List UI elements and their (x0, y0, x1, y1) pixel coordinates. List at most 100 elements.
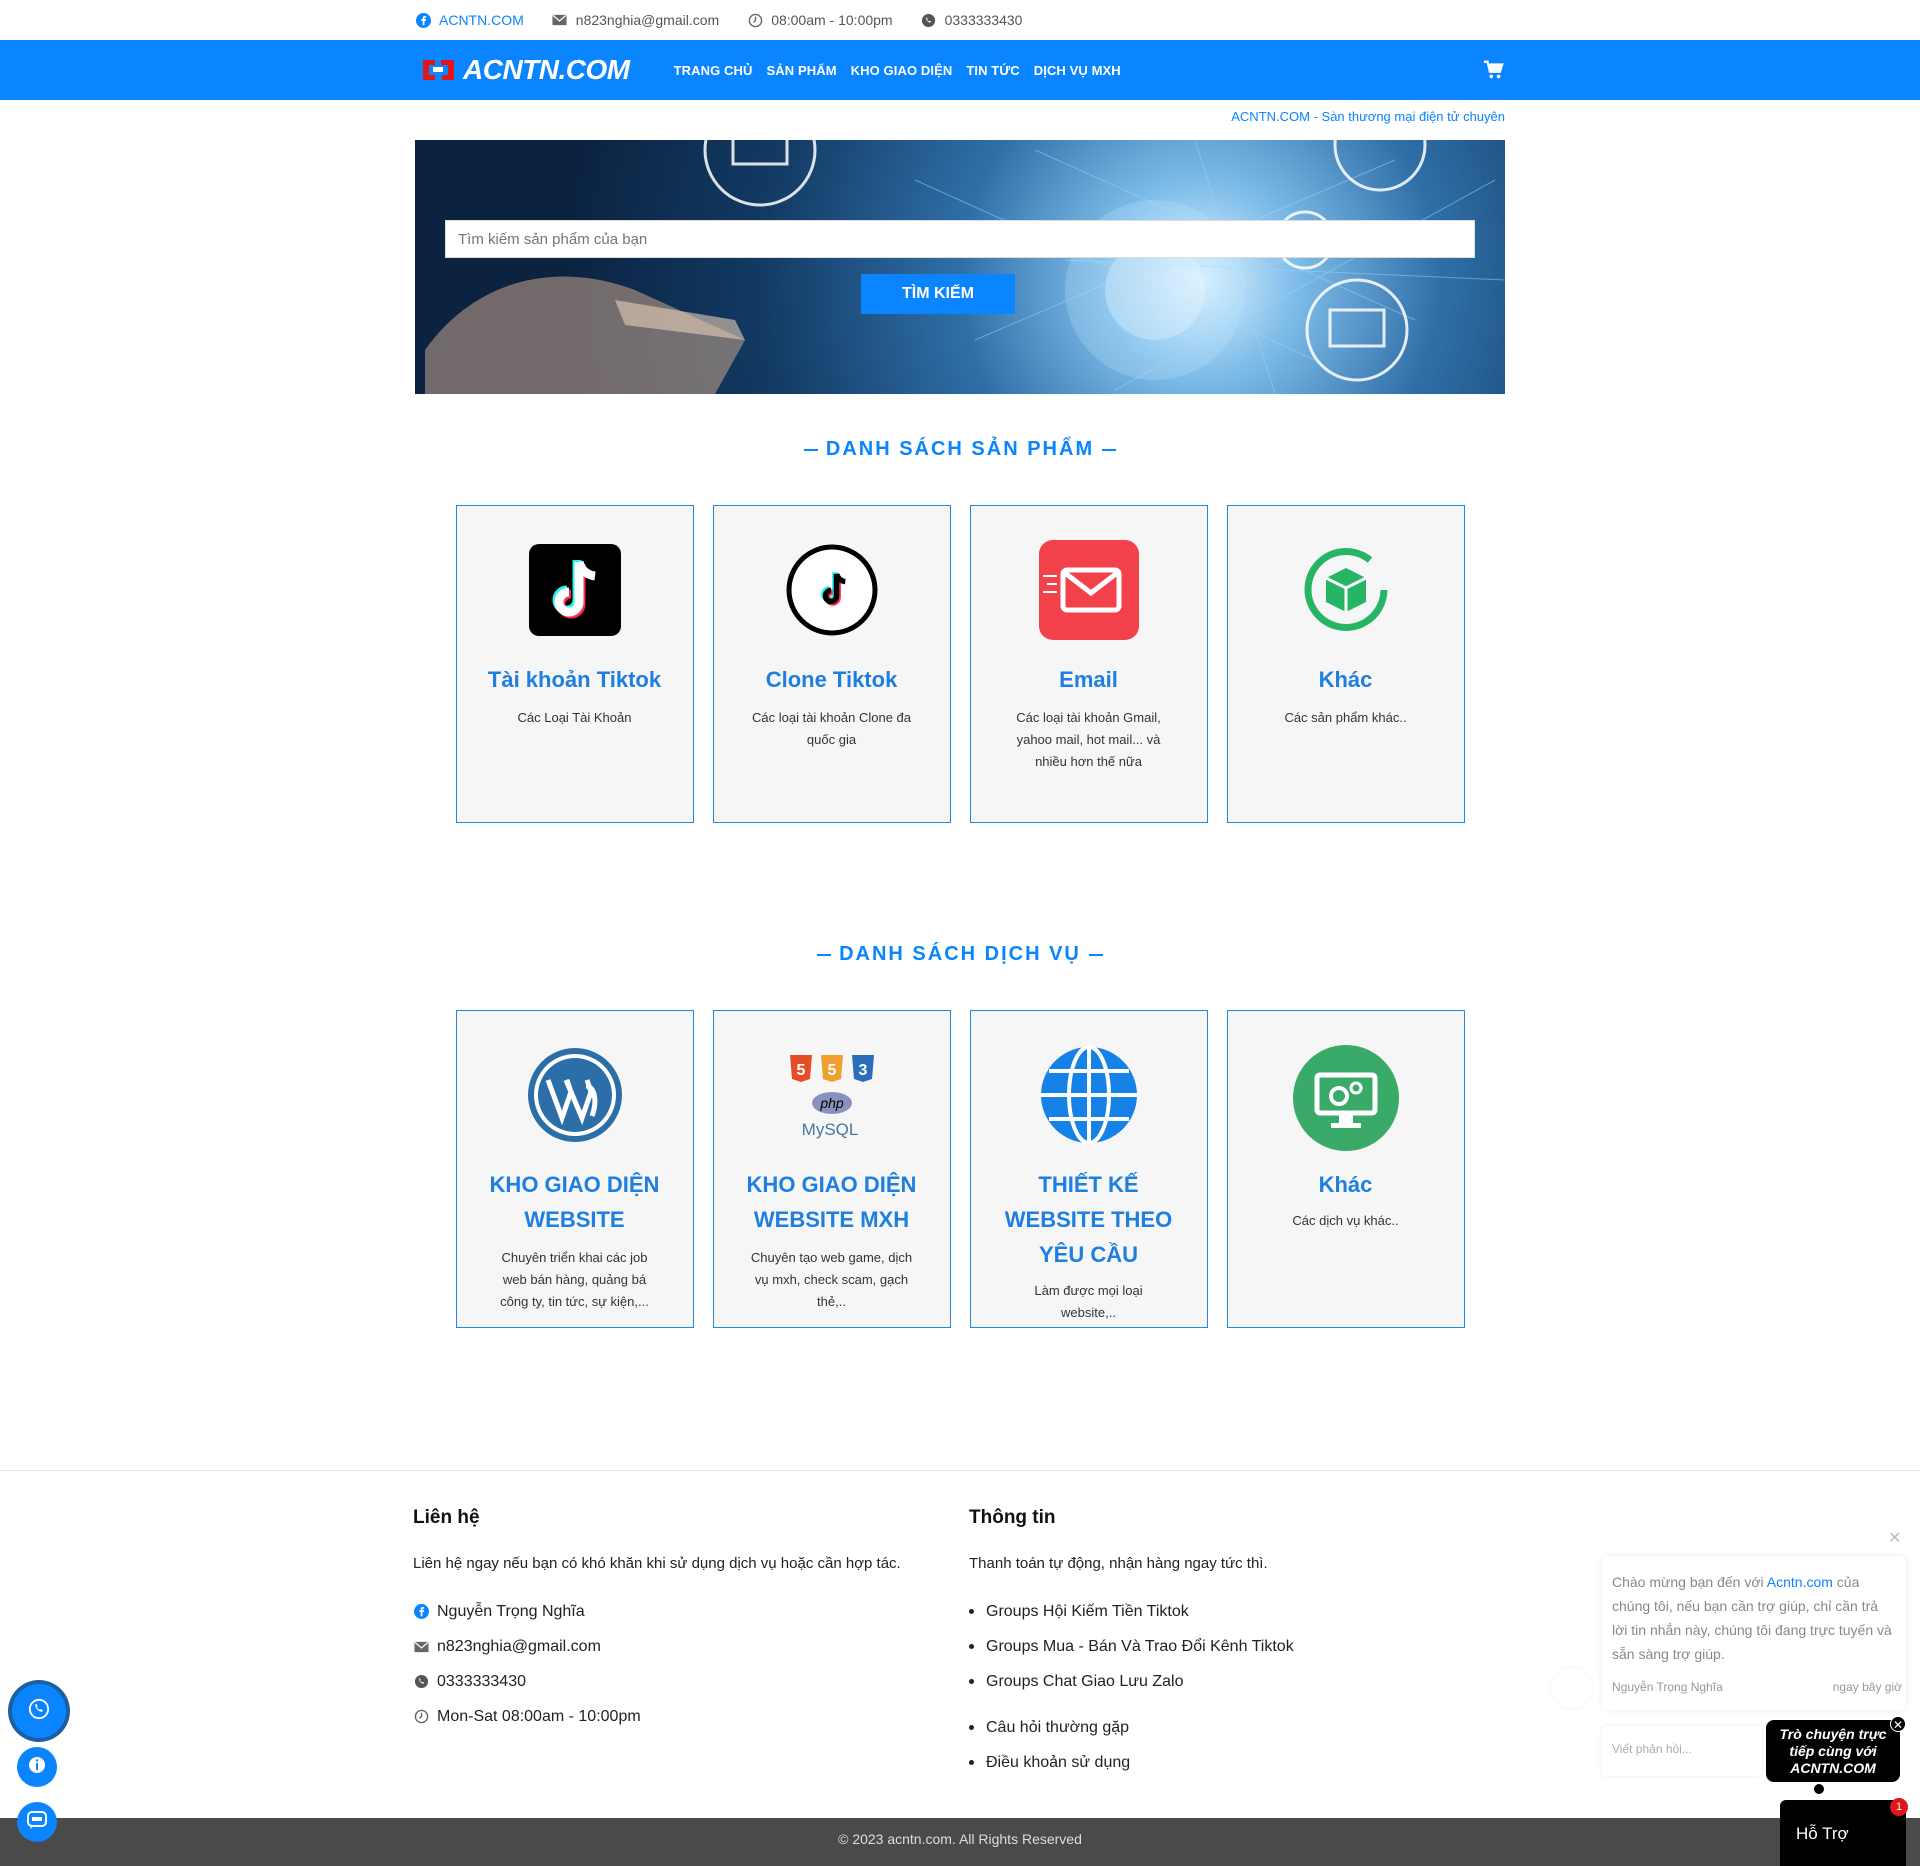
email-icon (1038, 540, 1139, 640)
hero-banner: TÌM KIẾM (415, 140, 1505, 394)
contact-name-text: Nguyễn Trọng Nghĩa (437, 1602, 585, 1620)
web-stack-icon: 5 5 3 php MySQL (782, 1045, 882, 1145)
service-card-custom-website[interactable]: THIẾT KẾ WEBSITE THEO YÊU CẦU Làm được m… (969, 1010, 1208, 1328)
svg-text:5: 5 (827, 1062, 836, 1079)
banner-network-graphic (425, 140, 1505, 394)
tiktok-circle-icon (782, 540, 882, 640)
title-dash-right (1102, 448, 1117, 451)
service-desc: Các dịch vụ khác.. (1292, 1213, 1399, 1228)
footer-contact-name[interactable]: Nguyễn Trọng Nghĩa (413, 1594, 969, 1629)
service-name: KHO GIAO DIỆN WEBSITE (489, 1172, 660, 1232)
bubble-close-icon[interactable]: ✕ (1890, 1716, 1906, 1732)
footer-link[interactable]: Groups Mua - Bán Và Trao Đổi Kênh Tiktok (969, 1629, 1525, 1664)
service-name: KHO GIAO DIỆN WEBSITE MXH (746, 1172, 917, 1232)
footer-link[interactable]: Groups Hội Kiếm Tiền Tiktok (969, 1594, 1525, 1629)
svg-text:php: php (819, 1095, 844, 1111)
box-icon (1296, 540, 1396, 640)
service-card-other[interactable]: Khác Các dịch vụ khác.. (1226, 1010, 1465, 1328)
footer-link[interactable]: Groups Chat Giao Lưu Zalo (969, 1664, 1525, 1699)
products-title-text: DANH SÁCH SẢN PHẨM (825, 438, 1095, 460)
chat-site-link[interactable]: Acntn.com (1767, 1574, 1833, 1590)
product-name: Email (1059, 667, 1118, 692)
product-card-email[interactable]: Email Các loại tài khoản Gmail, yahoo ma… (969, 505, 1208, 823)
service-card-social-themes[interactable]: 5 5 3 php MySQL KHO GIAO DIỆN WEBSITE MX… (712, 1010, 951, 1328)
product-desc: Các loại tài khoản Clone đa quốc gia (752, 710, 911, 747)
svg-text:5: 5 (796, 1062, 805, 1079)
call-float-button[interactable] (12, 1684, 66, 1738)
chat-reply-input[interactable]: Viết phản hồi... (1602, 1726, 1762, 1776)
bubble-dot (1814, 1784, 1824, 1794)
search-input[interactable] (445, 220, 1475, 258)
title-dash-left (803, 448, 818, 451)
svg-text:3: 3 (858, 1062, 867, 1079)
phone-info: 0333333430 (921, 12, 1022, 28)
footer-contact-phone: 0333333430 (413, 1664, 969, 1699)
whatsapp-icon (413, 1674, 429, 1690)
product-card-other[interactable]: Khác Các sản phẩm khác.. (1226, 505, 1465, 823)
product-name: Khác (1318, 667, 1373, 692)
products-section-title: DANH SÁCH SẢN PHẨM (0, 438, 1920, 461)
copyright-bar: © 2023 acntn.com. All Rights Reserved (0, 1818, 1920, 1866)
chat-close-icon[interactable]: ✕ (1888, 1528, 1901, 1548)
hours-info: 08:00am - 10:00pm (747, 12, 893, 28)
facebook-label: ACNTN.COM (439, 12, 524, 28)
chat-meta: Nguyễn Trọng Nghĩa ngay bây giờ (1612, 1680, 1902, 1694)
contact-phone-text: 0333333430 (437, 1672, 526, 1690)
chat-time: ngay bây giờ (1832, 1680, 1902, 1694)
cart-icon[interactable] (1483, 59, 1505, 81)
clock-icon (413, 1709, 429, 1725)
service-desc: Chuyên tạo web game, dịch vụ mxh, check … (750, 1250, 913, 1309)
footer-contact-title: Liên hệ (413, 1507, 480, 1528)
marquee-text: ACNTN.COM - Sàn thương mại điện tử chuyê… (1231, 109, 1505, 124)
zalo-icon (27, 1810, 47, 1834)
facebook-link[interactable]: ACNTN.COM (415, 12, 524, 28)
product-name: Clone Tiktok (765, 667, 898, 692)
footer-contact-email: n823nghia@gmail.com (413, 1629, 969, 1664)
service-cards: KHO GIAO DIỆN WEBSITE Chuyên triển khai … (0, 1010, 1920, 1328)
phone-icon (28, 1698, 50, 1725)
announcement-marquee: ACNTN.COM - Sàn thương mại điện tử chuyê… (0, 100, 1920, 140)
footer-groups-list: Groups Hội Kiếm Tiền Tiktok Groups Mua -… (969, 1594, 1525, 1780)
zalo-float-button[interactable] (17, 1802, 57, 1842)
service-desc: Làm được mọi loại website,.. (1034, 1283, 1143, 1320)
facebook-icon (415, 12, 431, 28)
messenger-float-button[interactable] (17, 1747, 57, 1787)
chat-prompt-bubble[interactable]: Trò chuyện trực tiếp cùng với ACNTN.COM (1766, 1720, 1900, 1782)
email-label: n823nghia@gmail.com (575, 12, 720, 28)
services-section-title: DANH SÁCH DỊCH VỤ (0, 943, 1920, 966)
monitor-gear-icon (1292, 1045, 1399, 1151)
product-name: Tài khoản Tiktok (487, 667, 662, 692)
logo-text: ACNTN.COM (463, 54, 630, 85)
footer-contact: Liên hệ Liên hệ ngay nếu bạn có khó khăn… (413, 1507, 969, 1780)
search-button[interactable]: TÌM KIẾM (861, 274, 1015, 314)
menu-item-products[interactable]: SẢN PHẨM (767, 63, 837, 78)
svg-text:MySQL: MySQL (801, 1120, 858, 1139)
service-desc: Chuyên triển khai các job web bán hàng, … (500, 1250, 649, 1309)
product-card-tiktok-account[interactable]: Tài khoản Tiktok Các Loại Tài Khoản (455, 505, 694, 823)
chat-agent-name: Nguyễn Trọng Nghĩa (1612, 1680, 1723, 1694)
unread-badge: 1 (1890, 1798, 1908, 1816)
menu-item-home[interactable]: TRANG CHỦ (674, 63, 753, 78)
site-logo[interactable]: ACNTN.COM (421, 54, 630, 86)
mail-icon (552, 12, 568, 28)
service-name: THIẾT KẾ WEBSITE THEO YÊU CẦU (1004, 1172, 1173, 1267)
product-desc: Các loại tài khoản Gmail, yahoo mail, ho… (1016, 710, 1161, 769)
menu-item-social-services[interactable]: DỊCH VỤ MXH (1034, 63, 1121, 78)
globe-icon (1039, 1045, 1139, 1145)
footer-link-faq[interactable]: Câu hỏi thường gặp (969, 1710, 1525, 1745)
menu-item-news[interactable]: TIN TỨC (966, 63, 1019, 78)
contact-email-text: n823nghia@gmail.com (437, 1637, 601, 1655)
product-card-clone-tiktok[interactable]: Clone Tiktok Các loại tài khoản Clone đa… (712, 505, 951, 823)
whatsapp-icon (921, 12, 937, 28)
title-dash-right (1088, 953, 1103, 956)
service-card-website-themes[interactable]: KHO GIAO DIỆN WEBSITE Chuyên triển khai … (455, 1010, 694, 1328)
support-chat-button[interactable]: Hỗ Trợ (1780, 1800, 1906, 1866)
topbar: ACNTN.COM n823nghia@gmail.com 08:00am - … (0, 0, 1920, 40)
info-icon (28, 1756, 46, 1779)
footer-info-lead: Thanh toán tự động, nhận hàng ngay tức t… (969, 1555, 1268, 1572)
menu-item-themes[interactable]: KHO GIAO DIỆN (851, 63, 953, 78)
product-desc: Các Loại Tài Khoản (517, 710, 632, 725)
footer-link-terms[interactable]: Điều khoản sử dụng (969, 1745, 1525, 1780)
chat-avatar (1552, 1668, 1592, 1708)
footer-info: Thông tin Thanh toán tự động, nhận hàng … (969, 1507, 1525, 1780)
